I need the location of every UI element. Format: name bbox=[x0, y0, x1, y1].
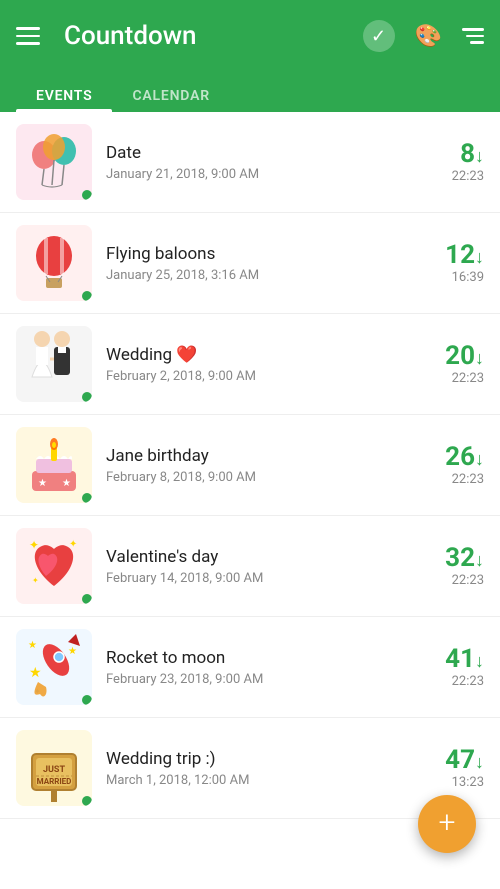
countdown-time: 22:23 bbox=[452, 573, 484, 588]
tab-bar: EVENTS CALENDAR bbox=[16, 72, 484, 112]
status-dot bbox=[82, 594, 92, 604]
event-info: Valentine's day February 14, 2018, 9:00 … bbox=[106, 547, 414, 586]
countdown-days: 8↓ bbox=[460, 141, 484, 167]
tab-events[interactable]: EVENTS bbox=[16, 80, 112, 112]
event-info: Wedding ❤️ February 2, 2018, 9:00 AM bbox=[106, 345, 414, 384]
status-dot bbox=[82, 392, 92, 402]
event-thumbnail bbox=[16, 225, 92, 301]
event-name: Wedding ❤️ bbox=[106, 345, 414, 365]
plus-icon: + bbox=[439, 808, 456, 838]
event-info: Jane birthday February 8, 2018, 9:00 AM bbox=[106, 446, 414, 485]
svg-text:✦: ✦ bbox=[69, 539, 77, 550]
heart-icon: ❤️ bbox=[176, 345, 197, 365]
header-top: Countdown ✓ 🎨 bbox=[16, 0, 484, 72]
countdown-time: 13:23 bbox=[452, 775, 484, 790]
event-date: February 14, 2018, 9:00 AM bbox=[106, 571, 414, 586]
menu-button[interactable] bbox=[16, 27, 40, 45]
event-countdown: 8↓ 22:23 bbox=[414, 141, 484, 184]
down-arrow-icon: ↓ bbox=[475, 449, 484, 470]
event-countdown: 47↓ 13:23 bbox=[414, 747, 484, 790]
event-date: March 1, 2018, 12:00 AM bbox=[106, 773, 414, 788]
event-info: Rocket to moon February 23, 2018, 9:00 A… bbox=[106, 648, 414, 687]
down-arrow-icon: ↓ bbox=[475, 550, 484, 571]
event-thumbnail: ★ ★ ✦ ★ bbox=[16, 629, 92, 705]
list-item[interactable]: Flying baloons January 25, 2018, 3:16 AM… bbox=[0, 213, 500, 314]
svg-text:★: ★ bbox=[62, 478, 71, 489]
countdown-days: 47↓ bbox=[445, 747, 484, 773]
countdown-days: 32↓ bbox=[445, 545, 484, 571]
down-arrow-icon: ↓ bbox=[475, 146, 484, 167]
event-thumbnail: JUST MARRIED bbox=[16, 730, 92, 806]
list-item[interactable]: ★ ★ Jane birthday February 8, 2018, 9:00… bbox=[0, 415, 500, 516]
app-title: Countdown bbox=[64, 21, 347, 51]
event-name: Wedding trip :) bbox=[106, 749, 414, 769]
event-info: Wedding trip :) March 1, 2018, 12:00 AM bbox=[106, 749, 414, 788]
list-item[interactable]: Date January 21, 2018, 9:00 AM 8↓ 22:23 bbox=[0, 112, 500, 213]
event-list: Date January 21, 2018, 9:00 AM 8↓ 22:23 bbox=[0, 112, 500, 889]
countdown-days: 12↓ bbox=[445, 242, 484, 268]
event-date: February 8, 2018, 9:00 AM bbox=[106, 470, 414, 485]
status-dot bbox=[82, 695, 92, 705]
event-info: Flying baloons January 25, 2018, 3:16 AM bbox=[106, 244, 414, 283]
event-date: January 21, 2018, 9:00 AM bbox=[106, 167, 414, 182]
countdown-time: 16:39 bbox=[452, 270, 484, 285]
tab-calendar[interactable]: CALENDAR bbox=[112, 80, 229, 112]
event-name: Date bbox=[106, 143, 414, 163]
status-dot bbox=[82, 190, 92, 200]
countdown-days: 26↓ bbox=[445, 444, 484, 470]
list-item[interactable]: Wedding ❤️ February 2, 2018, 9:00 AM 20↓… bbox=[0, 314, 500, 415]
event-name: Valentine's day bbox=[106, 547, 414, 567]
svg-text:★: ★ bbox=[38, 478, 47, 489]
event-thumbnail bbox=[16, 326, 92, 402]
down-arrow-icon: ↓ bbox=[475, 247, 484, 268]
status-dot bbox=[82, 493, 92, 503]
event-countdown: 32↓ 22:23 bbox=[414, 545, 484, 588]
down-arrow-icon: ↓ bbox=[475, 651, 484, 672]
list-item[interactable]: ★ ★ ✦ ★ Rocket to moon February 23, 2018… bbox=[0, 617, 500, 718]
status-dot bbox=[82, 291, 92, 301]
check-icon: ✓ bbox=[371, 26, 386, 47]
countdown-days: 41↓ bbox=[445, 646, 484, 672]
down-arrow-icon: ↓ bbox=[475, 348, 484, 369]
svg-text:✦: ✦ bbox=[29, 538, 39, 552]
event-countdown: 41↓ 22:23 bbox=[414, 646, 484, 689]
event-name: Rocket to moon bbox=[106, 648, 414, 668]
list-item[interactable]: ✦ ✦ ✦ Valentine's day February 14, 2018,… bbox=[0, 516, 500, 617]
event-thumbnail: ✦ ✦ ✦ bbox=[16, 528, 92, 604]
event-name: Flying baloons bbox=[106, 244, 414, 264]
countdown-time: 22:23 bbox=[452, 169, 484, 184]
event-info: Date January 21, 2018, 9:00 AM bbox=[106, 143, 414, 182]
app-header: Countdown ✓ 🎨 EVENTS CALENDAR bbox=[0, 0, 500, 112]
status-dot bbox=[82, 796, 92, 806]
countdown-time: 22:23 bbox=[452, 472, 484, 487]
countdown-time: 22:23 bbox=[452, 371, 484, 386]
event-countdown: 12↓ 16:39 bbox=[414, 242, 484, 285]
event-date: February 2, 2018, 9:00 AM bbox=[106, 369, 414, 384]
svg-text:★: ★ bbox=[29, 665, 42, 681]
svg-text:✦: ✦ bbox=[32, 576, 39, 585]
sort-button[interactable] bbox=[462, 28, 484, 44]
svg-text:★: ★ bbox=[68, 646, 77, 657]
add-event-button[interactable]: + bbox=[418, 795, 476, 853]
event-date: January 25, 2018, 3:16 AM bbox=[106, 268, 414, 283]
event-countdown: 26↓ 22:23 bbox=[414, 444, 484, 487]
done-button[interactable]: ✓ bbox=[363, 20, 395, 52]
countdown-time: 22:23 bbox=[452, 674, 484, 689]
svg-text:★: ★ bbox=[28, 640, 37, 651]
event-thumbnail: ★ ★ bbox=[16, 427, 92, 503]
down-arrow-icon: ↓ bbox=[475, 752, 484, 773]
palette-button[interactable]: 🎨 bbox=[415, 24, 442, 49]
header-actions: ✓ 🎨 bbox=[363, 20, 484, 52]
event-name: Jane birthday bbox=[106, 446, 414, 466]
event-date: February 23, 2018, 9:00 AM bbox=[106, 672, 414, 687]
svg-text:MARRIED: MARRIED bbox=[37, 777, 72, 786]
svg-text:JUST: JUST bbox=[43, 765, 66, 775]
event-thumbnail bbox=[16, 124, 92, 200]
countdown-days: 20↓ bbox=[445, 343, 484, 369]
event-countdown: 20↓ 22:23 bbox=[414, 343, 484, 386]
